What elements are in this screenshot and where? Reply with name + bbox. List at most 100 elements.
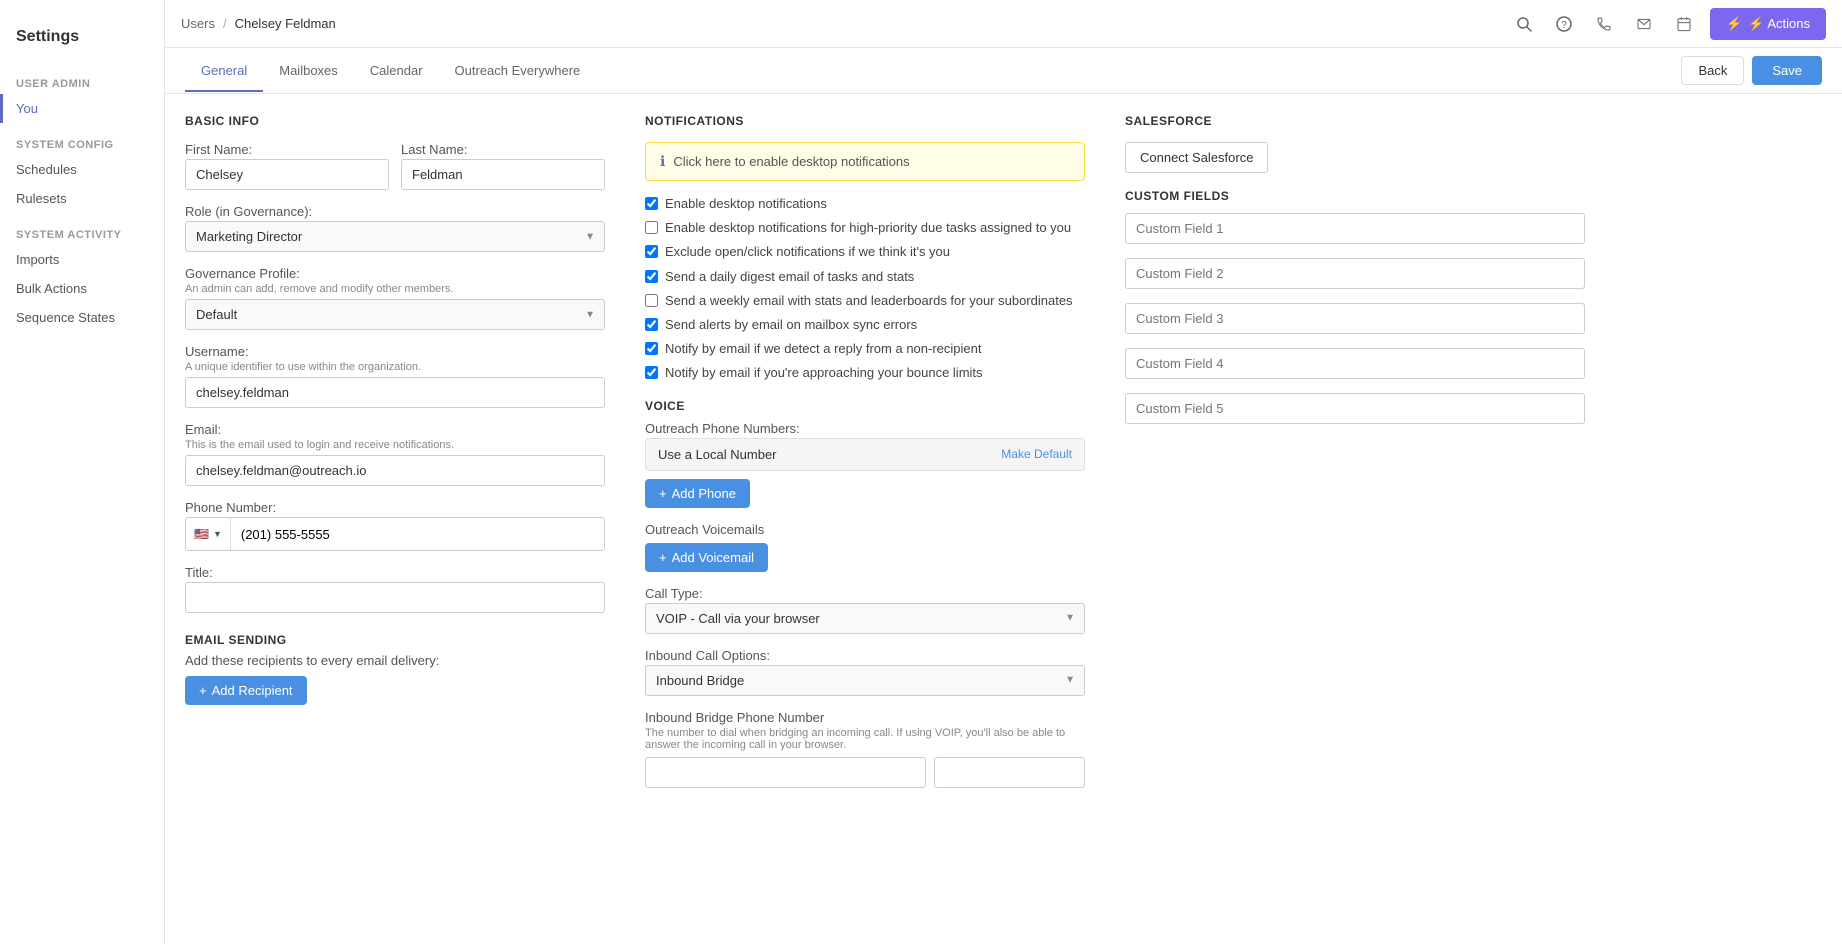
custom-field-5-input[interactable]	[1125, 393, 1585, 424]
custom-field-3-group	[1125, 303, 1585, 334]
custom-fields-title: Custom Fields	[1125, 189, 1585, 203]
notification-banner-text: Click here to enable desktop notificatio…	[673, 154, 909, 169]
inbound-bridge-sub: The number to dial when bridging an inco…	[645, 727, 1085, 751]
checkbox-high-priority: Enable desktop notifications for high-pr…	[645, 219, 1085, 237]
inbound-bridge-input[interactable]	[645, 757, 926, 788]
phone-input[interactable]	[231, 520, 604, 549]
checkbox-exclude-open-click: Exclude open/click notifications if we t…	[645, 243, 1085, 261]
first-name-input[interactable]	[185, 159, 389, 190]
title-label: Title:	[185, 565, 605, 580]
username-input[interactable]	[185, 377, 605, 408]
add-voicemail-button[interactable]: + Add Voicemail	[645, 543, 768, 572]
custom-field-2-input[interactable]	[1125, 258, 1585, 289]
call-type-group: Call Type: VOIP - Call via your browser	[645, 586, 1085, 634]
phone-group: Phone Number: 🇺🇸 ▼	[185, 500, 605, 551]
username-group: Username: A unique identifier to use wit…	[185, 344, 605, 408]
role-select-wrapper: Marketing Director	[185, 221, 605, 252]
call-type-select-wrapper: VOIP - Call via your browser	[645, 603, 1085, 634]
role-label: Role (in Governance):	[185, 204, 605, 219]
sidebar-item-imports[interactable]: Imports	[0, 245, 164, 274]
sidebar-item-bulk-actions[interactable]: Bulk Actions	[0, 274, 164, 303]
add-phone-button[interactable]: + Add Phone	[645, 479, 750, 508]
sidebar-section-title-system-activity: System Activity	[0, 213, 164, 245]
salesforce-title: Salesforce	[1125, 114, 1585, 128]
checkbox-mailbox-sync-label: Send alerts by email on mailbox sync err…	[665, 316, 917, 334]
custom-field-1-input[interactable]	[1125, 213, 1585, 244]
add-recipient-label: Add Recipient	[212, 683, 293, 698]
checkbox-enable-desktop-input[interactable]	[645, 197, 658, 210]
title-input[interactable]	[185, 582, 605, 613]
calendar-icon[interactable]	[1670, 10, 1698, 38]
username-label: Username:	[185, 344, 605, 359]
form-body: Basic Info First Name: Last Name: Role (…	[165, 94, 1842, 822]
sidebar-item-schedules[interactable]: Schedules	[0, 155, 164, 184]
help-icon[interactable]: ?	[1550, 10, 1578, 38]
search-icon[interactable]	[1510, 10, 1538, 38]
checkbox-non-recipient-input[interactable]	[645, 342, 658, 355]
checkbox-exclude-open-click-input[interactable]	[645, 245, 658, 258]
sidebar-item-rulesets[interactable]: Rulesets	[0, 184, 164, 213]
email-sub: This is the email used to login and rece…	[185, 439, 605, 451]
connect-salesforce-button[interactable]: Connect Salesforce	[1125, 142, 1268, 173]
call-type-label: Call Type:	[645, 586, 1085, 601]
inbound-bridge-label: Inbound Bridge Phone Number	[645, 710, 1085, 725]
last-name-input[interactable]	[401, 159, 605, 190]
inbound-call-label: Inbound Call Options:	[645, 648, 1085, 663]
inbound-call-select-wrapper: Inbound Bridge	[645, 665, 1085, 696]
checkbox-weekly-email: Send a weekly email with stats and leade…	[645, 292, 1085, 310]
checkbox-daily-digest: Send a daily digest email of tasks and s…	[645, 268, 1085, 286]
governance-select[interactable]: Default	[185, 299, 605, 330]
last-name-label: Last Name:	[401, 142, 605, 157]
back-button[interactable]: Back	[1681, 56, 1744, 85]
checkbox-mailbox-sync-input[interactable]	[645, 318, 658, 331]
svg-text:?: ?	[1561, 20, 1567, 31]
phone-icon[interactable]	[1590, 10, 1618, 38]
tabs-list: General Mailboxes Calendar Outreach Ever…	[185, 51, 596, 91]
actions-button[interactable]: ⚡ ⚡ Actions	[1710, 8, 1826, 40]
checkbox-mailbox-sync: Send alerts by email on mailbox sync err…	[645, 316, 1085, 334]
tab-calendar[interactable]: Calendar	[354, 51, 439, 92]
inbound-bridge-ext-input[interactable]	[934, 757, 1085, 788]
title-group: Title:	[185, 565, 605, 613]
tab-general[interactable]: General	[185, 51, 263, 92]
breadcrumb-users[interactable]: Users	[181, 16, 215, 31]
custom-field-3-input[interactable]	[1125, 303, 1585, 334]
phone-flag[interactable]: 🇺🇸 ▼	[186, 518, 231, 550]
sidebar-section-user-admin: User Admin You	[0, 62, 164, 123]
sidebar-item-sequence-states[interactable]: Sequence States	[0, 303, 164, 332]
checkbox-high-priority-input[interactable]	[645, 221, 658, 234]
call-type-select[interactable]: VOIP - Call via your browser	[645, 603, 1085, 634]
email-group: Email: This is the email used to login a…	[185, 422, 605, 486]
tab-mailboxes[interactable]: Mailboxes	[263, 51, 354, 92]
desktop-notification-banner[interactable]: ℹ Click here to enable desktop notificat…	[645, 142, 1085, 181]
breadcrumb-separator: /	[223, 16, 227, 31]
flag-emoji: 🇺🇸	[194, 527, 209, 541]
tabs-actions: Back Save	[1681, 48, 1822, 93]
inbound-call-select[interactable]: Inbound Bridge	[645, 665, 1085, 696]
tab-outreach-everywhere[interactable]: Outreach Everywhere	[439, 51, 597, 92]
sidebar-item-you[interactable]: You	[0, 94, 164, 123]
chevron-down-icon: ▼	[213, 529, 222, 539]
custom-field-2-group	[1125, 258, 1585, 289]
add-recipients-label: Add these recipients to every email deli…	[185, 653, 605, 668]
basic-info-column: Basic Info First Name: Last Name: Role (…	[185, 114, 605, 802]
phone-row-local: Use a Local Number Make Default	[645, 438, 1085, 471]
make-default-link[interactable]: Make Default	[1001, 447, 1072, 461]
save-button[interactable]: Save	[1752, 56, 1822, 85]
email-label: Email:	[185, 422, 605, 437]
checkbox-weekly-email-input[interactable]	[645, 294, 658, 307]
add-recipient-button[interactable]: + Add Recipient	[185, 676, 307, 705]
email-input[interactable]	[185, 455, 605, 486]
inbound-call-group: Inbound Call Options: Inbound Bridge	[645, 648, 1085, 696]
checkbox-enable-desktop-label: Enable desktop notifications	[665, 195, 827, 213]
last-name-group: Last Name:	[401, 142, 605, 190]
outreach-phone-label: Outreach Phone Numbers:	[645, 421, 1085, 436]
mail-icon[interactable]	[1630, 10, 1658, 38]
role-select[interactable]: Marketing Director	[185, 221, 605, 252]
checkbox-bounce-limits-input[interactable]	[645, 366, 658, 379]
basic-info-title: Basic Info	[185, 114, 605, 128]
custom-field-4-input[interactable]	[1125, 348, 1585, 379]
top-bar-actions: ? ⚡ ⚡ Actions	[1510, 8, 1826, 40]
username-sub: A unique identifier to use within the or…	[185, 361, 605, 373]
checkbox-daily-digest-input[interactable]	[645, 270, 658, 283]
